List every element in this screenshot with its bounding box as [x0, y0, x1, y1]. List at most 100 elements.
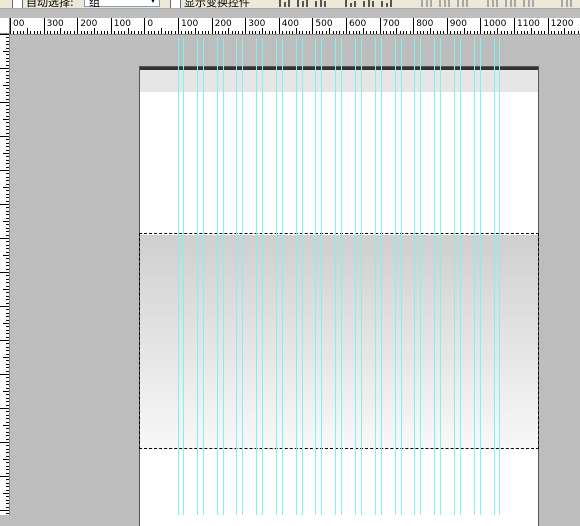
ruler-tick [3, 357, 9, 358]
guide-line[interactable] [494, 38, 495, 515]
align-right-icon[interactable] [380, 0, 394, 7]
ruler-tick [67, 31, 69, 34]
ruler-tick [3, 391, 9, 392]
guide-line[interactable] [217, 38, 218, 515]
ruler-tick [493, 31, 495, 34]
guide-line[interactable] [341, 38, 342, 515]
guide-line[interactable] [395, 38, 396, 515]
ruler-tick [137, 31, 139, 34]
guide-line[interactable] [361, 38, 362, 515]
guide-line[interactable] [401, 38, 402, 515]
ruler-origin[interactable] [0, 18, 10, 34]
ruler-tick [6, 190, 9, 192]
ruler-tick [329, 28, 331, 34]
align-top-icon[interactable] [278, 0, 292, 7]
distribute-vcenter-icon[interactable] [438, 0, 452, 7]
ruler-tick [436, 31, 438, 34]
guide-line[interactable] [474, 38, 475, 515]
ruler-tick [40, 31, 42, 34]
distribute-bottom-icon[interactable] [456, 0, 470, 7]
ruler-tick [295, 28, 297, 34]
ruler-tick [6, 88, 9, 90]
ruler-tick [278, 18, 280, 34]
ruler-tick [33, 31, 35, 34]
guide-line[interactable] [276, 38, 277, 515]
guide-line[interactable] [375, 38, 376, 515]
distribute-right-icon[interactable] [522, 0, 536, 7]
group-select[interactable]: 组 ▼ [84, 0, 160, 8]
auto-select-option[interactable]: 自动选择: [12, 0, 74, 8]
ruler-tick [6, 499, 9, 501]
guide-line[interactable] [183, 38, 184, 515]
guide-line[interactable] [236, 38, 237, 515]
guide-line[interactable] [296, 38, 297, 515]
ruler-tick [6, 180, 9, 182]
ruler-tick [470, 31, 472, 34]
ruler-tick [90, 31, 92, 34]
ruler-tick [6, 404, 9, 406]
show-transform-checkbox[interactable] [170, 0, 181, 8]
align-left-icon[interactable] [344, 0, 358, 7]
guide-line[interactable] [315, 38, 316, 515]
distribute-left-icon[interactable] [486, 0, 500, 7]
horizontal-ruler[interactable]: 00 300 200 100 0 100 200 300 400 500 600 700 800 900 1… [10, 18, 580, 35]
ruler-tick [6, 336, 9, 338]
ruler-tick [174, 31, 176, 34]
ruler-tick [6, 360, 9, 362]
ruler-tick [356, 31, 358, 34]
guide-line[interactable] [414, 38, 415, 515]
guide-line[interactable] [321, 38, 322, 515]
ruler-tick [50, 31, 52, 34]
guide-line[interactable] [302, 38, 303, 515]
ruler-tick [6, 210, 9, 212]
guide-line[interactable] [262, 38, 263, 515]
ruler-tick [6, 292, 9, 294]
ruler-tick [503, 31, 505, 34]
guide-line[interactable] [440, 38, 441, 515]
guide-line[interactable] [499, 38, 500, 515]
ruler-tick [315, 31, 317, 34]
align-hcenter-icon[interactable] [362, 0, 376, 7]
distribute-hcenter-icon[interactable] [504, 0, 518, 7]
chevron-down-icon: ▼ [150, 0, 156, 4]
distribute-top-icon[interactable] [420, 0, 434, 7]
ruler-tick [544, 31, 546, 34]
document-canvas[interactable] [139, 66, 539, 526]
ruler-tick [6, 394, 9, 396]
auto-select-checkbox[interactable] [12, 0, 23, 8]
ruler-tick [3, 289, 9, 290]
ruler-tick [147, 31, 149, 34]
guide-line[interactable] [420, 38, 421, 515]
guide-line[interactable] [197, 38, 198, 515]
guide-line[interactable] [355, 38, 356, 515]
guide-line[interactable] [242, 38, 243, 515]
ruler-tick [201, 31, 203, 34]
guide-line[interactable] [480, 38, 481, 515]
guide-line[interactable] [203, 38, 204, 515]
guide-line[interactable] [460, 38, 461, 515]
guide-line[interactable] [381, 38, 382, 515]
ruler-tick [335, 31, 337, 34]
guide-line[interactable] [256, 38, 257, 515]
ruler-tick [571, 31, 573, 34]
guide-line[interactable] [454, 38, 455, 515]
ruler-tick [557, 31, 559, 34]
align-bottom-icon[interactable] [314, 0, 328, 7]
guide-line[interactable] [335, 38, 336, 515]
guide-line[interactable] [282, 38, 283, 515]
vertical-ruler[interactable] [0, 34, 10, 515]
guide-line[interactable] [178, 38, 179, 515]
ruler-tick [6, 261, 9, 263]
ruler-tick [406, 31, 408, 34]
ruler-tick [241, 31, 243, 34]
ruler-tick [144, 18, 146, 34]
ruler-tick [208, 31, 210, 34]
guide-line[interactable] [434, 38, 435, 515]
show-transform-option[interactable]: 显示变换控件 [170, 0, 250, 8]
ruler-tick [134, 31, 136, 34]
auto-align-icon[interactable] [560, 0, 574, 7]
ruler-tick [6, 326, 9, 328]
guide-line[interactable] [223, 38, 224, 515]
align-vcenter-icon[interactable] [296, 0, 310, 7]
ruler-tick [46, 31, 48, 34]
